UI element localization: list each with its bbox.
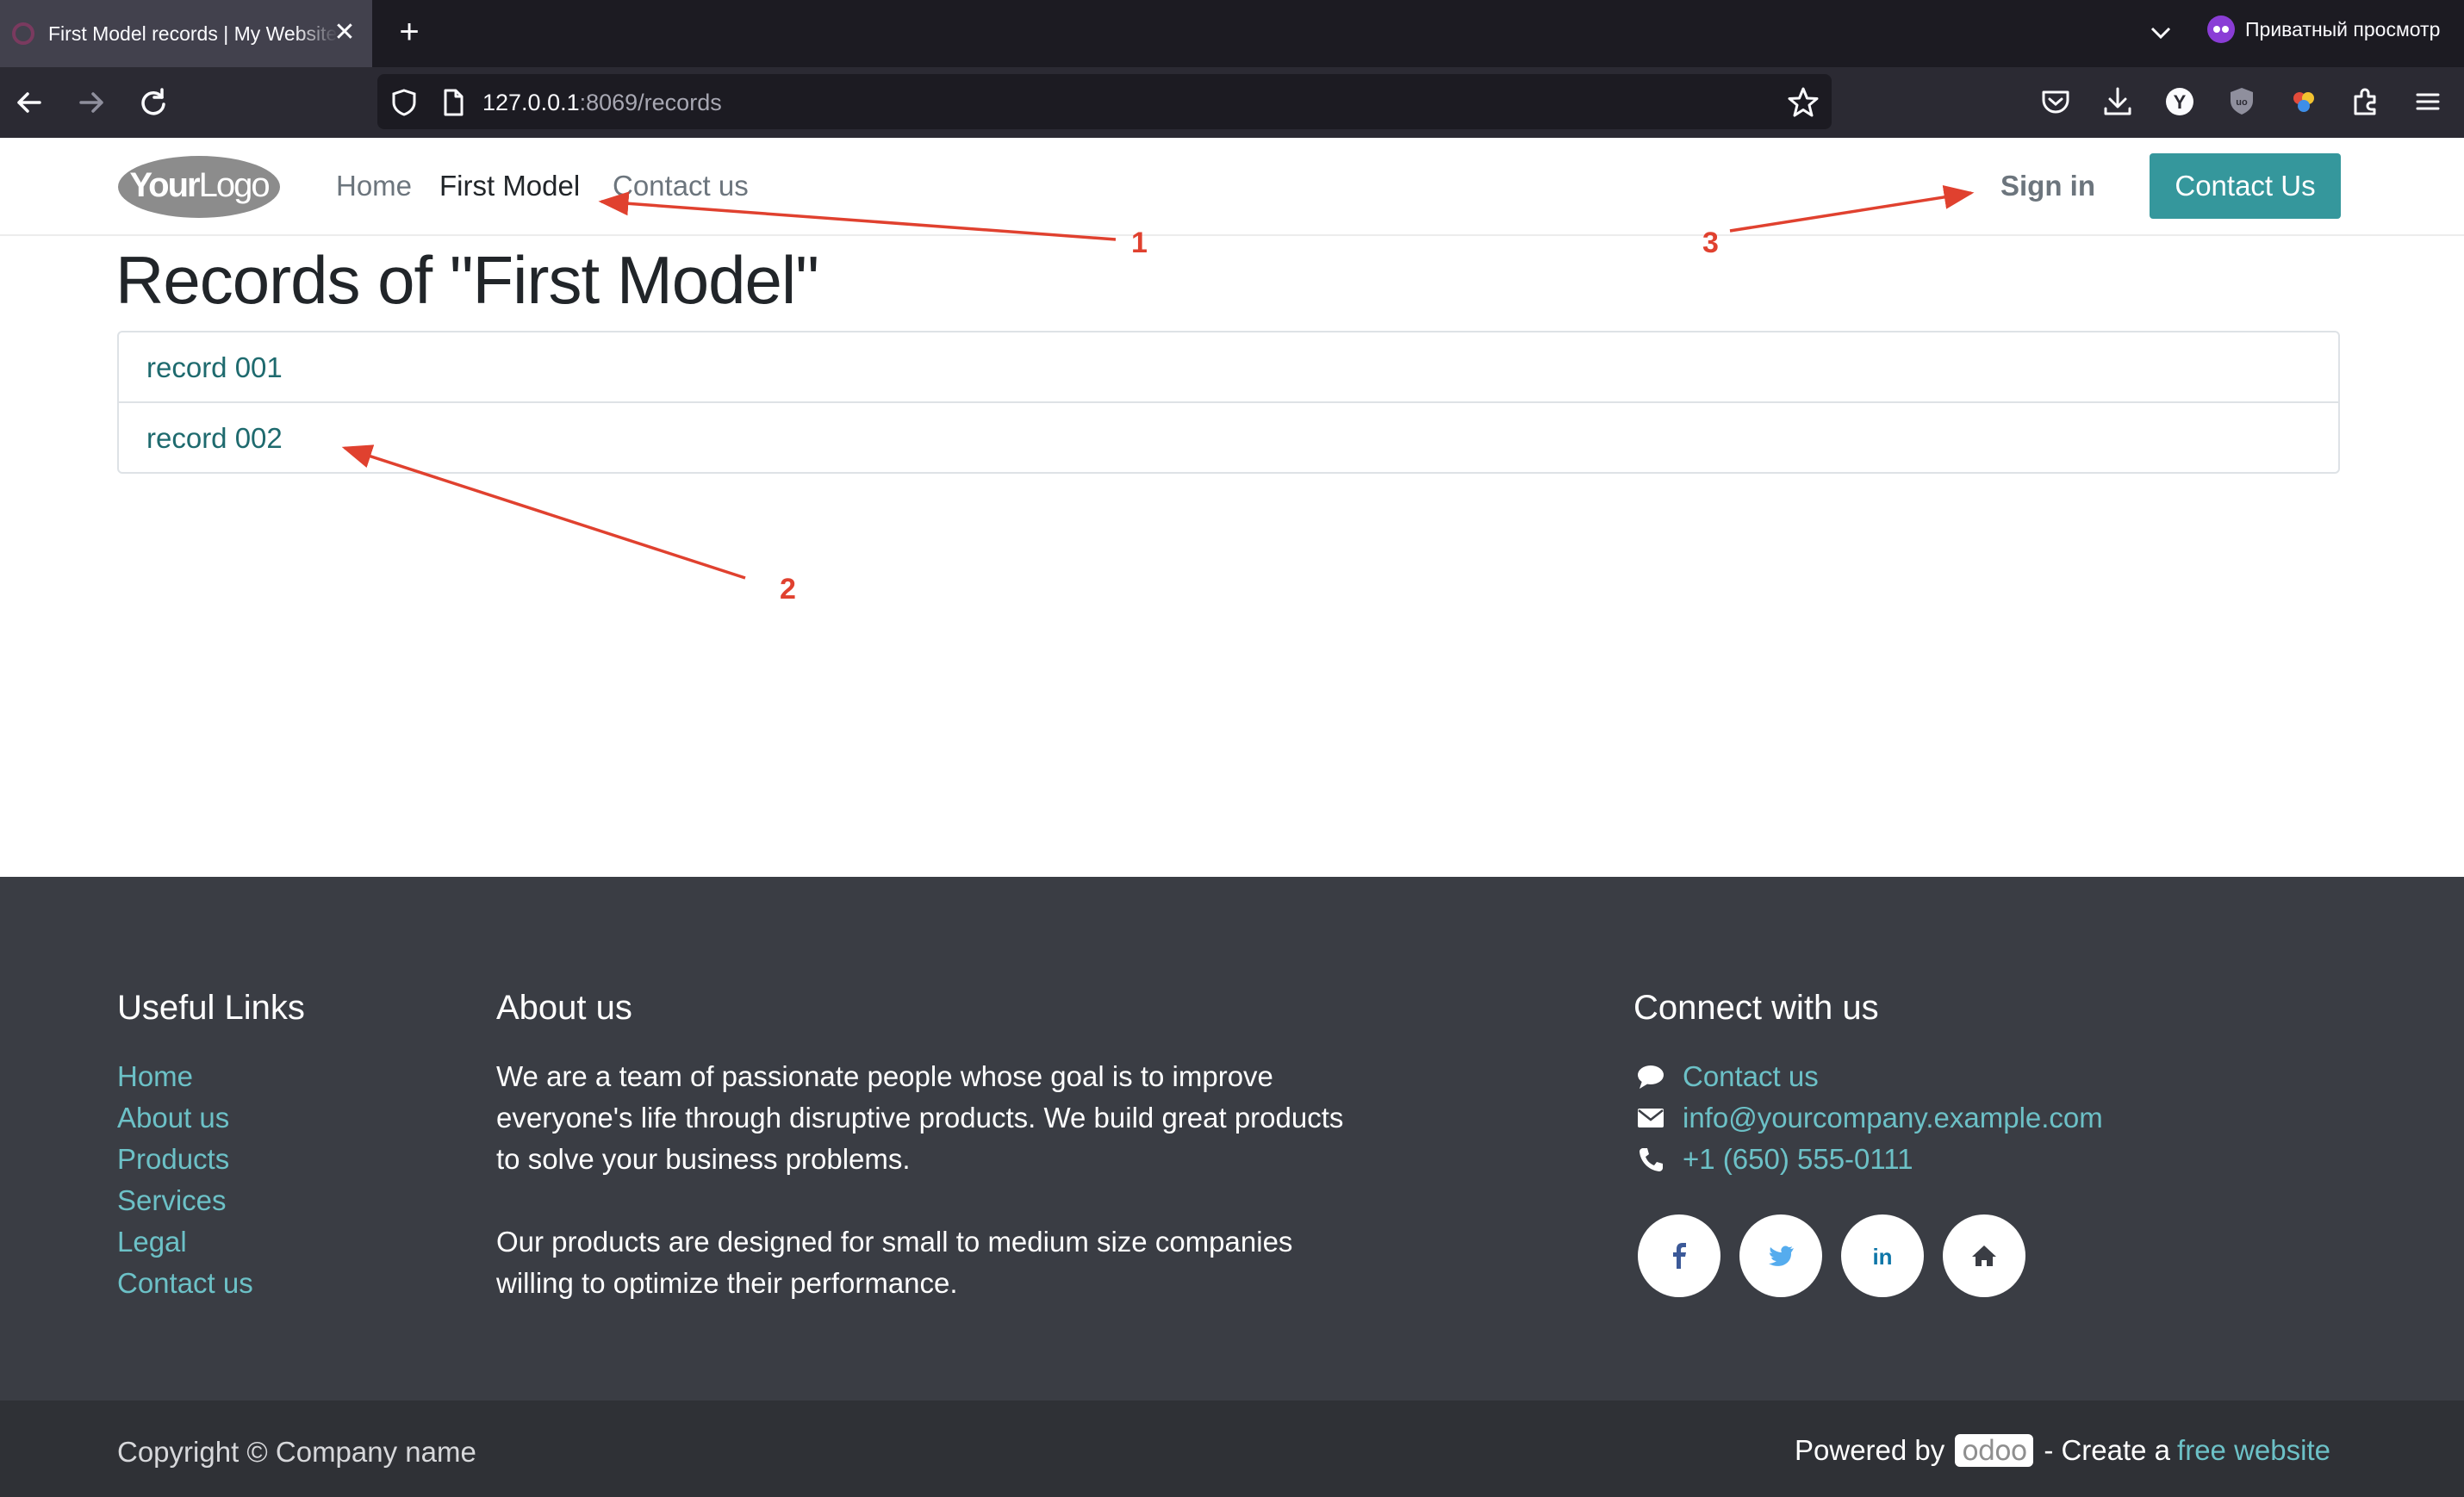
linkedin-button[interactable]: in xyxy=(1841,1214,1924,1297)
svg-text:YourLogo: YourLogo xyxy=(129,166,269,204)
url-host: 127.0.0.1 xyxy=(482,90,580,115)
twitter-icon xyxy=(1769,1245,1794,1266)
about-text-line: We are a team of passionate people whose… xyxy=(496,1060,1273,1092)
site-footer xyxy=(0,877,2464,1401)
contact-us-button[interactable]: Contact Us xyxy=(2150,153,2341,219)
svg-text:Y: Y xyxy=(2174,91,2187,113)
chevron-down-icon[interactable] xyxy=(2144,16,2178,50)
footer-contact-link[interactable]: Contact us xyxy=(1683,1056,1819,1097)
new-tab-icon[interactable]: + xyxy=(389,14,429,53)
extensions-puzzle-icon[interactable] xyxy=(2347,83,2385,121)
footer-phone-link[interactable]: +1 (650) 555-0111 xyxy=(1683,1139,1913,1180)
powered-by-label: Powered by xyxy=(1795,1434,1945,1466)
site-logo[interactable]: YourLogo xyxy=(115,152,283,219)
about-text-line: to solve your business problems. xyxy=(496,1143,911,1175)
menu-home[interactable]: Home xyxy=(336,169,412,203)
record-link[interactable]: record 002 xyxy=(119,403,2338,474)
footer-link-contact[interactable]: Contact us xyxy=(117,1263,253,1304)
private-browsing-icon xyxy=(2207,16,2235,43)
useful-links-heading: Useful Links xyxy=(117,989,305,1027)
about-text-line: everyone's life through disruptive produ… xyxy=(496,1102,1344,1134)
url-path: :8069/records xyxy=(579,90,722,115)
linkedin-icon: in xyxy=(1872,1244,1892,1270)
shield-icon[interactable] xyxy=(388,86,420,119)
comment-icon xyxy=(1638,1065,1664,1089)
connect-heading: Connect with us xyxy=(1633,989,1879,1027)
page-icon xyxy=(444,89,464,116)
free-website-link[interactable]: free website xyxy=(2177,1433,2330,1468)
ublock-icon[interactable]: uo xyxy=(2223,83,2261,121)
powered-by: Powered by odoo - Create a free website xyxy=(1795,1433,2330,1468)
menu-first-model[interactable]: First Model xyxy=(439,169,580,203)
back-arrow-icon[interactable] xyxy=(7,80,52,125)
private-browsing-label: Приватный просмотр xyxy=(2245,18,2441,40)
sign-in-link[interactable]: Sign in xyxy=(2000,169,2095,203)
close-tab-icon[interactable]: ✕ xyxy=(329,17,360,48)
footer-link-home[interactable]: Home xyxy=(117,1056,193,1097)
facebook-icon xyxy=(1673,1243,1686,1269)
about-text-line: Our products are designed for small to m… xyxy=(496,1226,1293,1258)
pocket-icon[interactable] xyxy=(2037,83,2075,121)
page-title: Records of "First Model" xyxy=(115,242,819,318)
download-icon[interactable] xyxy=(2099,83,2137,121)
footer-link-services[interactable]: Services xyxy=(117,1180,227,1221)
facebook-button[interactable] xyxy=(1638,1214,1720,1297)
envelope-icon xyxy=(1638,1109,1664,1127)
yandex-extension-icon[interactable]: Y xyxy=(2161,83,2199,121)
footer-link-legal[interactable]: Legal xyxy=(117,1221,187,1263)
copyright-text: Copyright © Company name xyxy=(117,1436,476,1468)
reload-icon[interactable] xyxy=(131,80,176,125)
create-a-label: - Create a xyxy=(2044,1434,2171,1466)
menu-contact-us[interactable]: Contact us xyxy=(613,169,749,203)
browser-tab[interactable]: First Model records | My Website ✕ xyxy=(0,0,372,67)
footer-link-products[interactable]: Products xyxy=(117,1139,229,1180)
tab-title: First Model records | My Website xyxy=(48,22,338,45)
svg-text:in: in xyxy=(1872,1244,1892,1270)
url-text[interactable]: 127.0.0.1:8069/records xyxy=(482,89,722,116)
footer-link-about[interactable]: About us xyxy=(117,1097,229,1139)
odoo-logo[interactable]: odoo xyxy=(1955,1434,2034,1467)
bookmark-star-icon[interactable] xyxy=(1785,84,1821,121)
twitter-button[interactable] xyxy=(1739,1214,1822,1297)
forward-arrow-icon[interactable] xyxy=(69,80,114,125)
hamburger-menu-icon[interactable] xyxy=(2409,83,2447,121)
records-list: record 001 record 002 xyxy=(117,331,2340,474)
phone-icon xyxy=(1640,1148,1663,1171)
footer-email-link[interactable]: info@yourcompany.example.com xyxy=(1683,1097,2103,1139)
home-icon xyxy=(1972,1245,1996,1266)
annotation-number-2: 2 xyxy=(780,573,796,606)
record-link[interactable]: record 001 xyxy=(119,332,2338,403)
about-us-heading: About us xyxy=(496,989,632,1027)
about-text-line: willing to optimize their performance. xyxy=(496,1267,958,1299)
website-home-button[interactable] xyxy=(1943,1214,2025,1297)
tab-favicon-icon xyxy=(12,22,34,45)
color-extension-icon[interactable] xyxy=(2285,83,2323,121)
svg-text:uo: uo xyxy=(2236,97,2248,108)
